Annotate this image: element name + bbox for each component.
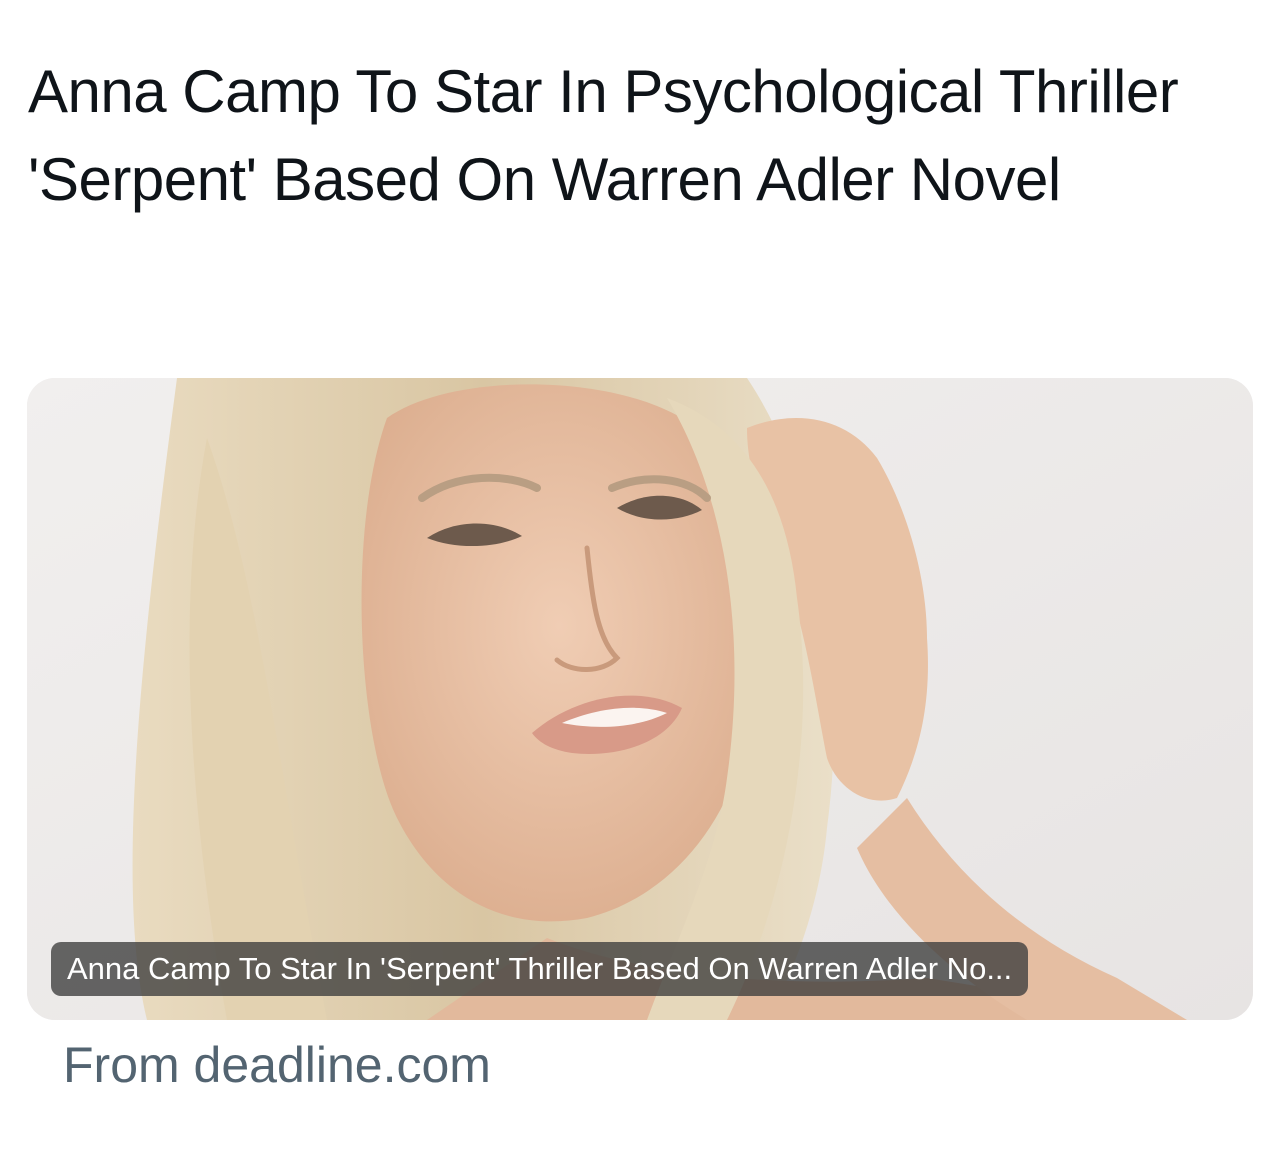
headline: Anna Camp To Star In Psychological Thril…	[28, 58, 1179, 213]
link-preview-card[interactable]: Anna Camp To Star In 'Serpent' Thriller …	[27, 378, 1253, 1020]
image-caption-overlay: Anna Camp To Star In 'Serpent' Thriller …	[51, 942, 1029, 996]
article-thumbnail-image	[27, 378, 1253, 1020]
source-link[interactable]: From deadline.com	[63, 1030, 491, 1100]
